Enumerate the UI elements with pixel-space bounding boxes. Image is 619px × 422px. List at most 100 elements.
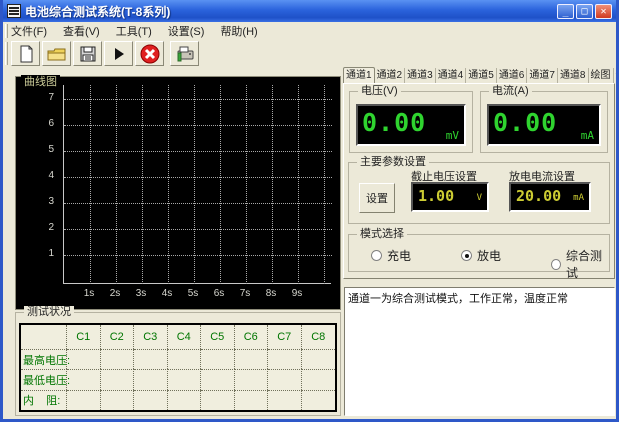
- curve-chart: 76543211s2s3s4s5s6s7s8s9s: [16, 77, 340, 309]
- mode-radio-充电[interactable]: 充电: [371, 247, 411, 264]
- table-cell: [168, 349, 202, 369]
- tab-通道4[interactable]: 通道4: [436, 68, 467, 83]
- maximize-button[interactable]: □: [576, 4, 593, 19]
- y-tick-label: 5: [16, 144, 54, 155]
- menubar-grip: [5, 24, 8, 38]
- mode-select-group: 模式选择 充电放电综合测试: [348, 234, 610, 272]
- table-cell: [268, 369, 302, 389]
- table-cell: [168, 369, 202, 389]
- run-icon: [111, 46, 127, 62]
- print-icon: [175, 45, 195, 63]
- grid-line: [64, 255, 332, 256]
- menu-bar: 文件(F) 查看(V) 工具(T) 设置(S) 帮助(H): [3, 22, 616, 40]
- open-folder-button[interactable]: [42, 41, 71, 66]
- x-tick-label: 3s: [130, 288, 152, 299]
- tab-通道1[interactable]: 通道1: [343, 67, 375, 83]
- y-tick-label: 6: [16, 118, 54, 129]
- save-icon: [79, 45, 97, 63]
- table-cell: [235, 369, 269, 389]
- tab-通用[interactable]: 通用: [614, 68, 619, 83]
- save-button[interactable]: [73, 41, 102, 66]
- table-cell: [134, 349, 168, 369]
- table-cell: [235, 349, 269, 369]
- radio-icon: [551, 259, 561, 270]
- new-file-button[interactable]: [11, 41, 40, 66]
- voltage-display: 0.00 mV: [356, 104, 466, 146]
- run-button[interactable]: [104, 41, 133, 66]
- grid-line: [168, 85, 169, 284]
- table-header-cell: C2: [101, 325, 135, 349]
- table-cell: [302, 349, 336, 369]
- discharge-current-display: 20.00 mA: [509, 182, 591, 212]
- current-unit: mA: [581, 129, 594, 142]
- toolbar-grip: [5, 42, 8, 65]
- test-status-label: 测试状况: [24, 306, 74, 319]
- grid-line: [64, 203, 332, 204]
- table-cell: [101, 349, 135, 369]
- table-header-cell: C6: [235, 325, 269, 349]
- table-row-label: 最低电压:: [21, 369, 67, 389]
- x-tick-label: 8s: [260, 288, 282, 299]
- table-header-cell: C5: [201, 325, 235, 349]
- radio-icon: [371, 250, 382, 261]
- table-row-label: 最高电压:: [21, 349, 67, 369]
- curve-chart-group: 曲线图 76543211s2s3s4s5s6s7s8s9s: [15, 76, 341, 310]
- y-tick-label: 4: [16, 170, 54, 181]
- tab-通道5[interactable]: 通道5: [466, 68, 497, 83]
- y-tick-label: 7: [16, 92, 54, 103]
- mode-radio-label: 放电: [477, 247, 501, 264]
- menu-item-2[interactable]: 查看(V): [63, 23, 100, 39]
- table-header-cell: C7: [268, 325, 302, 349]
- mode-radio-label: 充电: [387, 247, 411, 264]
- app-window: 电池综合测试系统(T-8系列) _ □ ✕ 文件(F) 查看(V) 工具(T) 设置(…: [0, 0, 619, 422]
- table-cell: [134, 390, 168, 410]
- current-group: 电流(A) 0.00 mA: [480, 91, 608, 153]
- menu-item-4[interactable]: 设置(S): [168, 23, 205, 39]
- cutoff-voltage-unit: V: [477, 193, 482, 203]
- mode-radio-label: 综合测试: [566, 247, 609, 281]
- table-cell: [201, 349, 235, 369]
- window-title: 电池综合测试系统(T-8系列): [25, 3, 553, 20]
- client-area: 曲线图 76543211s2s3s4s5s6s7s8s9s 测试状况 C1C2C…: [3, 67, 616, 419]
- stop-icon: [140, 44, 160, 64]
- table-header-cell: C1: [67, 325, 101, 349]
- x-tick-label: 9s: [286, 288, 308, 299]
- mode-radio-综合测试[interactable]: 综合测试: [551, 247, 609, 281]
- status-message-box[interactable]: 通道一为综合测试模式，工作正常，温度正常: [344, 287, 615, 416]
- tab-绘图[interactable]: 绘图: [589, 68, 614, 83]
- title-bar: 电池综合测试系统(T-8系列) _ □ ✕: [3, 0, 616, 22]
- table-header-cell: C8: [302, 325, 336, 349]
- tab-通道2[interactable]: 通道2: [375, 68, 406, 83]
- grid-line: [64, 151, 332, 152]
- grid-line: [272, 85, 273, 284]
- voltage-unit: mV: [446, 129, 459, 142]
- stop-button[interactable]: [135, 41, 164, 66]
- table-header-cell: C4: [168, 325, 202, 349]
- set-button[interactable]: 设置: [359, 183, 395, 213]
- mode-radio-放电[interactable]: 放电: [461, 247, 501, 264]
- tab-通道6[interactable]: 通道6: [497, 68, 528, 83]
- grid-line: [90, 85, 91, 284]
- x-tick-label: 6s: [208, 288, 230, 299]
- table-cell: [67, 349, 101, 369]
- tab-通道8[interactable]: 通道8: [558, 68, 589, 83]
- table-row-label: 内 阻:: [21, 390, 67, 410]
- menu-item-5[interactable]: 帮助(H): [220, 23, 257, 39]
- channel-tabstrip: 通道1通道2通道3通道4通道5通道6通道7通道8绘图通用: [343, 67, 615, 83]
- grid-line: [298, 85, 299, 284]
- toolbar: [3, 40, 616, 67]
- cutoff-voltage-display: 1.00 V: [411, 182, 489, 212]
- tab-通道3[interactable]: 通道3: [405, 68, 436, 83]
- chart-plot: [63, 85, 331, 284]
- table-cell: [134, 369, 168, 389]
- close-button[interactable]: ✕: [595, 4, 612, 19]
- menu-item-1[interactable]: 文件(F): [11, 23, 47, 39]
- y-tick-label: 2: [16, 222, 54, 233]
- print-button[interactable]: [170, 41, 199, 66]
- discharge-current-unit: mA: [573, 193, 584, 203]
- tab-通道7[interactable]: 通道7: [527, 68, 558, 83]
- minimize-button[interactable]: _: [557, 4, 574, 19]
- main-params-group: 主要参数设置 设置 截止电压设置 1.00 V 放电电流设置 20.00 mA: [348, 162, 610, 224]
- menu-item-3[interactable]: 工具(T): [116, 23, 152, 39]
- table-cell: [168, 390, 202, 410]
